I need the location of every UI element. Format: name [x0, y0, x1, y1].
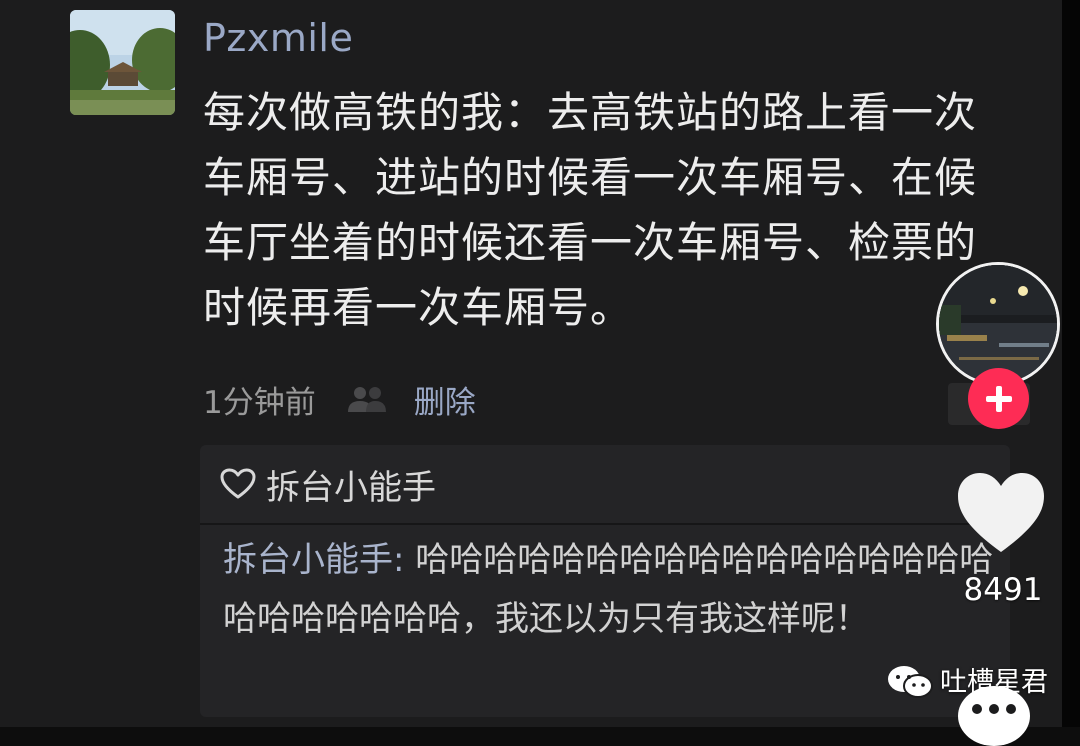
plus-icon [985, 385, 1012, 412]
quote-header-name: 拆台小能手 [266, 467, 436, 508]
comment-more-button[interactable] [958, 686, 1030, 746]
follow-button[interactable] [968, 368, 1029, 429]
quote-body: 拆台小能手: 哈哈哈哈哈哈哈哈哈哈哈哈哈哈哈哈哈哈哈哈哈哈哈哈，我还以为只有我这… [223, 531, 1013, 649]
comment-time: 1分钟前 [203, 384, 316, 421]
screen-edge [1062, 0, 1080, 727]
heart-outline-icon [220, 468, 256, 499]
quote-author: 拆台小能手: [223, 540, 405, 580]
people-icon [347, 387, 386, 412]
wechat-icon [888, 666, 933, 698]
heart-icon[interactable] [955, 470, 1047, 556]
username[interactable]: Pzxmile [203, 16, 353, 60]
user-avatar[interactable] [70, 10, 175, 115]
quote-header: 拆台小能手 [200, 445, 1010, 525]
comment-meta: 1分钟前 删除 [203, 377, 476, 421]
dot [1006, 704, 1016, 714]
dot [989, 704, 999, 714]
delete-button[interactable]: 删除 [414, 377, 476, 422]
comment-panel: Pzxmile 每次做高铁的我：去高铁站的路上看一次车厢号、进站的时候看一次车厢… [0, 0, 1062, 727]
dot [972, 704, 982, 714]
like-count: 8491 [963, 572, 1043, 608]
comment-text: 每次做高铁的我：去高铁站的路上看一次车厢号、进站的时候看一次车厢号、在候车厅坐着… [203, 88, 978, 332]
